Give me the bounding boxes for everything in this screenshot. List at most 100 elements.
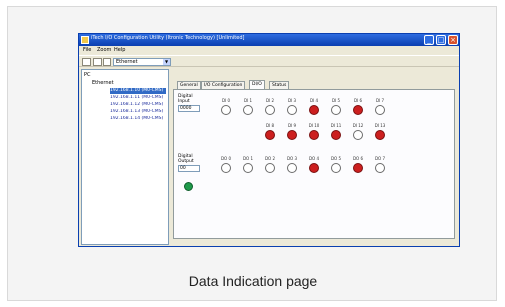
di-indicator-label: DI 2	[265, 98, 275, 103]
di-led-icon	[287, 130, 297, 140]
do-indicator-label: DO 1	[242, 156, 254, 161]
tree-node-ethernet[interactable]: Ethernet	[92, 80, 114, 86]
di-indicator-label: DI 5	[331, 98, 341, 103]
di-indicator-label: DI 9	[287, 123, 297, 128]
di-indicator: DI 8	[260, 123, 280, 145]
di-indicator-label: DI 10	[308, 123, 320, 128]
di-indicator: DI 13	[370, 123, 390, 145]
new-icon[interactable]	[82, 58, 91, 66]
tab-i-o-configuration[interactable]: I/O Configuration	[201, 81, 246, 89]
di-indicator-label: DI 1	[243, 98, 253, 103]
di-indicator-label: DI 6	[353, 98, 363, 103]
di-indicator: DI 3	[282, 98, 302, 120]
do-led-icon	[287, 163, 297, 173]
do-indicator: DO 2	[260, 156, 280, 178]
menu-help[interactable]: Help	[114, 47, 125, 53]
do-indicator-label: DO 6	[352, 156, 364, 161]
di-indicator-label: DI 4	[309, 98, 319, 103]
digital-input-readout: 0000	[178, 105, 200, 112]
digital-input-label: Digital Input	[178, 94, 193, 104]
di-indicator-label: DI 7	[375, 98, 385, 103]
figure-caption: Data Indication page	[188, 273, 318, 289]
tree-device-item[interactable]: 192.168.1.11 (M0-CMS)	[110, 95, 166, 101]
di-indicator: DI 7	[370, 98, 390, 120]
tree-device-item[interactable]: 192.168.1.12 (M0-CMS)	[110, 102, 166, 108]
di-led-icon	[331, 105, 341, 115]
di-indicator: DI 12	[348, 123, 368, 145]
output-status-led	[184, 182, 193, 191]
app-window: iTech I/O Configuration Utility (Itronic…	[78, 33, 460, 247]
maximize-button[interactable]: □	[436, 35, 446, 45]
do-indicator-label: DO 2	[264, 156, 276, 161]
menu-file[interactable]: File	[83, 47, 91, 53]
chevron-down-icon[interactable]: ▼	[163, 59, 170, 65]
do-indicator: DO 6	[348, 156, 368, 178]
di-indicator-label: DI 13	[374, 123, 386, 128]
di-indicator-label: DI 0	[221, 98, 231, 103]
do-indicator: DO 5	[326, 156, 346, 178]
do-indicator: DO 4	[304, 156, 324, 178]
di-indicator: DI 1	[238, 98, 258, 120]
window-title: iTech I/O Configuration Utility (Itronic…	[91, 35, 245, 41]
di-led-icon	[375, 105, 385, 115]
di-indicator: DI 4	[304, 98, 324, 120]
tree-device-item[interactable]: 192.168.1.14 (M0-CMS)	[110, 116, 166, 122]
di-indicator-label: DI 8	[265, 123, 275, 128]
app-icon	[81, 36, 89, 44]
search-icon[interactable]	[93, 58, 102, 66]
di-led-icon	[309, 105, 319, 115]
do-led-icon	[265, 163, 275, 173]
tab-status[interactable]: Status	[269, 81, 290, 89]
di-led-icon	[309, 130, 319, 140]
menu-bar: File Zoom Help	[79, 46, 459, 55]
minimize-button[interactable]: _	[424, 35, 434, 45]
di-indicator: DI 11	[326, 123, 346, 145]
di-led-icon	[353, 130, 363, 140]
do-indicator-label: DO 3	[286, 156, 298, 161]
di-indicator-label: DI 11	[330, 123, 342, 128]
di-indicator: DI 5	[326, 98, 346, 120]
toolbar: Ethernet ▼	[79, 55, 459, 67]
digital-output-readout: 00	[178, 165, 200, 172]
di-led-icon	[265, 130, 275, 140]
di-indicator: DI 10	[304, 123, 324, 145]
do-indicator-label: DO 4	[308, 156, 320, 161]
do-indicator: DO 3	[282, 156, 302, 178]
di-led-icon	[221, 105, 231, 115]
tree-root[interactable]: PC	[84, 72, 91, 78]
screenshot-frame: iTech I/O Configuration Utility (Itronic…	[7, 6, 497, 301]
tree-device-item[interactable]: 192.168.1.10 (M0-CMS)	[110, 88, 166, 94]
di-led-icon	[265, 105, 275, 115]
interface-dropdown[interactable]: Ethernet ▼	[113, 58, 171, 66]
interface-dropdown-value: Ethernet	[116, 59, 138, 65]
di-led-icon	[287, 105, 297, 115]
di-led-icon	[353, 105, 363, 115]
di-indicator: DI 0	[216, 98, 236, 120]
di-indicator: DI 9	[282, 123, 302, 145]
di-led-icon	[375, 130, 385, 140]
tab-general[interactable]: General	[177, 81, 201, 89]
di-indicator: DI 2	[260, 98, 280, 120]
do-led-icon	[243, 163, 253, 173]
menu-zoom[interactable]: Zoom	[97, 47, 111, 53]
dio-tab-panel: Digital Input 0000 Digital Output 00 DI …	[173, 89, 455, 239]
do-indicator-label: DO 7	[374, 156, 386, 161]
do-led-icon	[309, 163, 319, 173]
close-button[interactable]: ×	[448, 35, 458, 45]
do-indicator: DO 7	[370, 156, 390, 178]
detail-pane: General I/O Configuration DI/O Status Digit…	[173, 69, 457, 245]
title-bar[interactable]: iTech I/O Configuration Utility (Itronic…	[79, 34, 459, 46]
tree-device-item[interactable]: 192.168.1.13 (M0-CMS)	[110, 109, 166, 115]
do-led-icon	[331, 163, 341, 173]
do-indicator: DO 0	[216, 156, 236, 178]
di-led-icon	[331, 130, 341, 140]
refresh-icon[interactable]	[103, 58, 111, 66]
do-led-icon	[221, 163, 231, 173]
di-indicator: DI 6	[348, 98, 368, 120]
digital-output-label: Digital Output	[178, 154, 194, 164]
do-indicator-label: DO 5	[330, 156, 342, 161]
tab-di-o[interactable]: DI/O	[249, 80, 265, 89]
do-indicator: DO 1	[238, 156, 258, 178]
do-led-icon	[375, 163, 385, 173]
do-led-icon	[353, 163, 363, 173]
